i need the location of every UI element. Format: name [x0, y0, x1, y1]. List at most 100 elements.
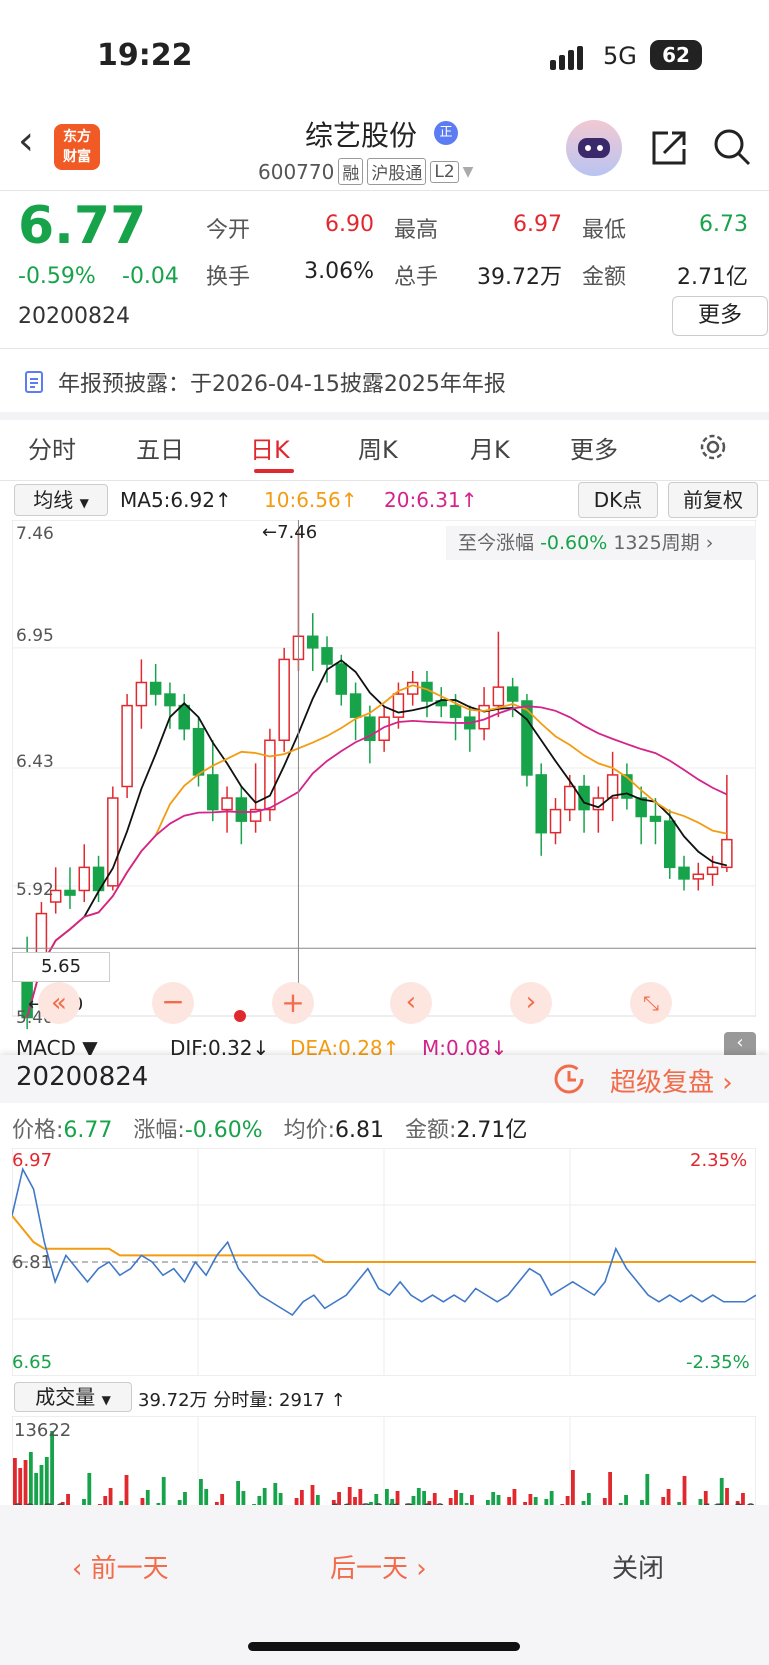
- turnover-value: 3.06%: [304, 259, 374, 284]
- high-value: 6.97: [513, 212, 562, 237]
- candle-body: [78, 866, 91, 892]
- change-abs: -0.04: [122, 264, 179, 289]
- ma-select[interactable]: 均线 ▼: [14, 484, 108, 516]
- tab-five-day[interactable]: 五日: [136, 430, 184, 465]
- dk-point-select[interactable]: DK点: [578, 482, 658, 518]
- intraday-info: 价格:6.77 涨幅:-0.60% 均价:6.81 金额:2.71亿: [12, 1118, 528, 1143]
- assistant-avatar[interactable]: [566, 120, 622, 176]
- bottom-bar: [0, 1505, 769, 1665]
- candle-body: [549, 808, 562, 834]
- candle-body: [692, 873, 705, 880]
- candle-body: [306, 635, 319, 649]
- y-tick: 5.92: [16, 880, 54, 900]
- indicator-dot: [234, 1010, 246, 1022]
- period-stat-box[interactable]: 至今涨幅 -0.60% 1325周期 ›: [446, 526, 756, 560]
- macd-dea: DEA:0.28↑: [290, 1036, 400, 1056]
- tab-intraday[interactable]: 分时: [28, 430, 76, 465]
- tab-week-k[interactable]: 周K: [358, 430, 398, 465]
- super-replay-link[interactable]: 超级复盘 ›: [610, 1062, 733, 1099]
- info-price: 6.77: [63, 1118, 113, 1143]
- chevron-down-icon: ▼: [101, 1393, 111, 1407]
- candle-body: [192, 727, 205, 776]
- amount-label: 金额: [582, 265, 627, 290]
- candle-body: [321, 647, 333, 665]
- y-tick: 6.43: [16, 752, 54, 772]
- tab-day-k[interactable]: 日K: [250, 430, 290, 465]
- status-time: 19:22: [97, 38, 193, 73]
- open-value: 6.90: [325, 212, 374, 237]
- last-price: 6.77: [18, 196, 147, 256]
- history-clock-icon[interactable]: [552, 1062, 586, 1096]
- stock-badge: 正: [434, 121, 458, 145]
- pan-right-icon[interactable]: ›: [510, 982, 552, 1024]
- more-button[interactable]: 更多: [672, 296, 768, 336]
- candle-body: [149, 681, 162, 695]
- macd-m: M:0.08↓: [422, 1036, 508, 1056]
- share-icon[interactable]: [648, 127, 690, 169]
- amount-value: 2.71亿: [677, 265, 748, 290]
- signal-icon: [550, 46, 583, 70]
- candle-body: [278, 658, 290, 742]
- candle-body: [492, 686, 505, 707]
- candle-body: [207, 774, 219, 811]
- chevron-down-icon: ▼: [462, 163, 474, 180]
- close-button[interactable]: 关闭: [612, 1548, 664, 1585]
- stock-name: 综艺股份: [305, 119, 418, 152]
- change-pct: -0.59%: [18, 264, 96, 289]
- candle-body: [235, 797, 248, 822]
- candle-body: [564, 785, 576, 811]
- stock-code-row[interactable]: 600770 融 沪股通 L2 ▼: [258, 158, 473, 185]
- collapse-icon[interactable]: ‹: [724, 1032, 756, 1056]
- tab-more[interactable]: 更多: [570, 430, 618, 465]
- intraday-y-mid: 6.81: [12, 1252, 53, 1273]
- document-icon: [25, 371, 43, 393]
- candle-body: [264, 739, 276, 811]
- intraday-date: 20200824: [16, 1062, 149, 1092]
- chevron-right-icon: ›: [705, 532, 714, 554]
- zoom-in-icon[interactable]: +: [272, 982, 314, 1024]
- intraday-pct-high: 2.35%: [690, 1150, 748, 1171]
- volume-max: 13622: [14, 1420, 72, 1441]
- tab-month-k[interactable]: 月K: [470, 430, 510, 465]
- volume-info: 39.72万 分时量: 2917 ↑: [138, 1390, 346, 1411]
- candle-body: [406, 681, 419, 695]
- intraday-pct-low: -2.35%: [686, 1352, 750, 1373]
- zoom-out-icon[interactable]: −: [152, 982, 194, 1024]
- chevron-down-icon: ▼: [79, 496, 89, 510]
- volume-select[interactable]: 成交量 ▼: [14, 1382, 132, 1412]
- settings-icon[interactable]: [696, 430, 730, 464]
- info-amount: 2.71亿: [456, 1118, 528, 1143]
- volume-label: 总手: [394, 265, 439, 290]
- macd-select[interactable]: MACD ▼: [16, 1036, 150, 1056]
- candle-body: [449, 704, 462, 718]
- candle-body: [649, 815, 662, 822]
- adjust-select[interactable]: 前复权: [668, 482, 758, 518]
- intraday-y-low: 6.65: [12, 1352, 53, 1373]
- next-day-button[interactable]: 后一天 ›: [330, 1548, 427, 1585]
- candle-body: [721, 838, 733, 869]
- candle-body: [121, 704, 133, 788]
- candle-body: [221, 797, 233, 811]
- candle-body: [64, 889, 76, 896]
- turnover-label: 换手: [206, 265, 251, 290]
- open-label: 今开: [206, 218, 251, 243]
- info-pct: -0.60%: [184, 1118, 263, 1143]
- kline-chart[interactable]: [12, 520, 756, 1040]
- info-avg: 6.81: [335, 1118, 385, 1143]
- y-tick: 7.46: [16, 524, 54, 544]
- stock-code: 600770: [258, 159, 335, 184]
- low-label: 最低: [582, 218, 627, 243]
- pan-left-icon[interactable]: ‹: [390, 982, 432, 1024]
- candle-body: [678, 866, 690, 880]
- quote-date: 20200824: [18, 304, 130, 329]
- intraday-chart[interactable]: [12, 1148, 756, 1376]
- fullscreen-icon[interactable]: ⤡: [630, 982, 672, 1024]
- pan-left-fast-icon[interactable]: «: [38, 982, 80, 1024]
- prev-day-button[interactable]: ‹ 前一天: [72, 1548, 169, 1585]
- ma10-value: 10:6.56↑: [264, 488, 358, 512]
- ma5-value: MA5:6.92↑: [120, 488, 232, 512]
- search-icon[interactable]: [712, 127, 754, 169]
- candle-body: [506, 686, 519, 702]
- back-icon[interactable]: ‹: [18, 118, 34, 164]
- macd-dif: DIF:0.32↓: [170, 1036, 270, 1056]
